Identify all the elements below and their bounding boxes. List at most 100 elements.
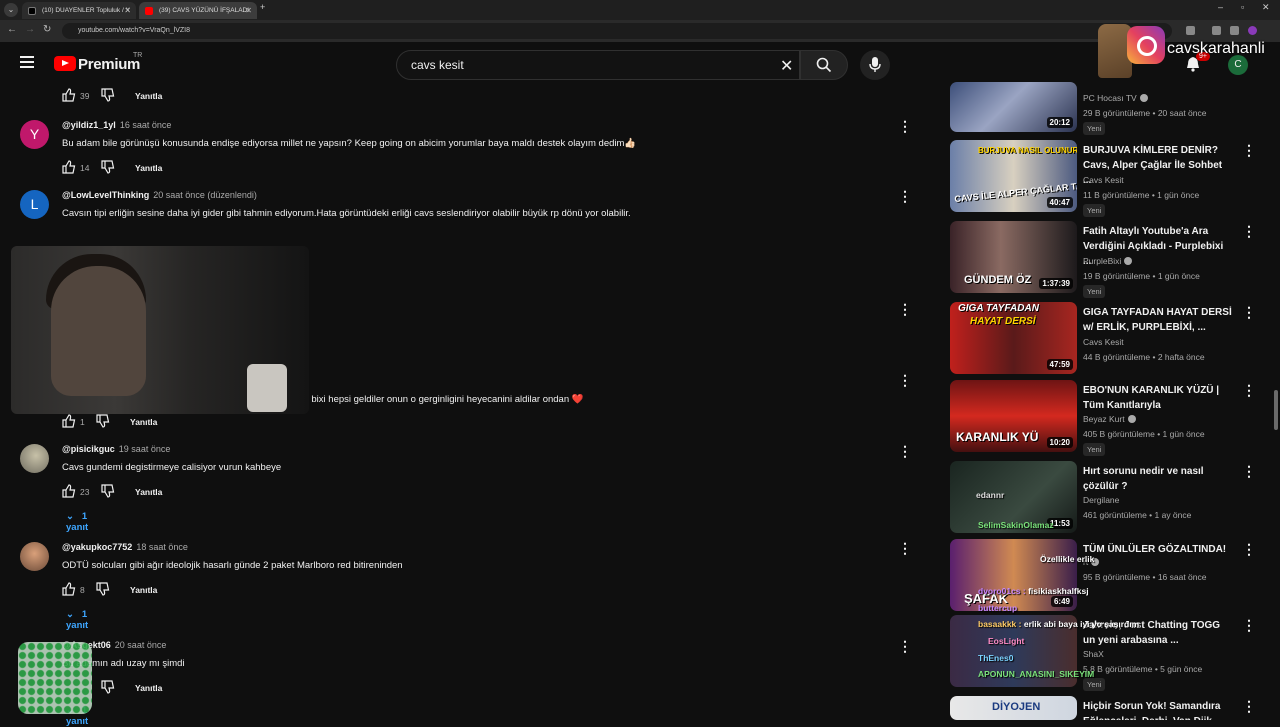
forward-icon[interactable]: → <box>25 24 35 35</box>
browser-tab-active[interactable]: (39) CAVS YÜZÜNÜ İFŞALADI ✕ <box>139 2 257 19</box>
account-avatar[interactable]: C <box>1228 55 1248 75</box>
browser-tab[interactable]: (10) DUAYENLER Topluluk / X ✕ <box>22 2 136 19</box>
comment-menu-icon[interactable]: ⋮ <box>898 188 912 205</box>
video-meta: 11 B görüntüleme • 1 gün önce <box>1083 190 1200 200</box>
channel-name[interactable]: Cavs Kesit <box>1083 175 1124 185</box>
like-icon[interactable] <box>62 484 76 498</box>
search-button[interactable] <box>800 50 848 80</box>
video-thumbnail[interactable]: BURJUVA NASIL OLUNUR? CAVS İLE ALPER ÇAĞ… <box>950 140 1077 212</box>
video-thumbnail[interactable]: GIGA TAYFADAN HAYAT DERSİ 47:59 <box>950 302 1077 374</box>
video-thumbnail[interactable]: KARANLIK YÜ 10:20 <box>950 380 1077 452</box>
avatar[interactable] <box>20 542 49 571</box>
profile-icon[interactable] <box>1248 26 1257 35</box>
video-card[interactable]: DİYOJEN Hiçbir Sorun Yok! Samandıra Eğle… <box>950 696 1250 720</box>
like-icon[interactable] <box>62 414 76 428</box>
comment-menu-icon[interactable]: ⋮ <box>898 638 912 655</box>
video-menu-icon[interactable]: ⋮ <box>1242 382 1256 399</box>
video-menu-icon[interactable]: ⋮ <box>1242 223 1256 240</box>
video-channel[interactable]: PurpleBixi <box>1083 256 1133 266</box>
verified-icon <box>1139 94 1148 102</box>
video-menu-icon[interactable]: ⋮ <box>1242 541 1256 558</box>
comment-menu-icon[interactable]: ⋮ <box>898 118 912 135</box>
like-icon[interactable] <box>62 582 76 596</box>
video-card[interactable]: BURJUVA NASIL OLUNUR? CAVS İLE ALPER ÇAĞ… <box>950 140 1256 217</box>
video-menu-icon[interactable]: ⋮ <box>1242 304 1256 321</box>
like-icon[interactable] <box>62 88 76 102</box>
maximize-icon[interactable]: ▫ <box>1241 2 1244 12</box>
page-scrollbar[interactable] <box>1274 390 1278 430</box>
video-title[interactable]: EBO'NUN KARANLIK YÜZÜ | Tüm Kanıtlarıyla <box>1083 383 1233 413</box>
comment-menu-icon[interactable]: ⋮ <box>898 372 912 389</box>
youtube-logo-icon[interactable] <box>54 56 76 71</box>
reply-button[interactable]: Yanıtla <box>135 487 162 497</box>
video-card[interactable]: 20:12 PC Hocası TV 29 B görüntüleme • 20… <box>950 82 1250 135</box>
author-name: @pisicikguc <box>62 444 115 454</box>
video-thumbnail[interactable]: GÜNDEM ÖZ 1:37:39 <box>950 221 1077 293</box>
download-icon[interactable] <box>1212 26 1221 35</box>
channel-name[interactable]: ShaX <box>1083 649 1104 659</box>
video-thumbnail[interactable]: 20:12 <box>950 82 1077 132</box>
video-card[interactable]: KARANLIK YÜ 10:20 EBO'NUN KARANLIK YÜZÜ … <box>950 380 1256 456</box>
close-tab-icon[interactable]: ✕ <box>124 2 131 19</box>
reply-button[interactable]: Yanıtla <box>130 417 157 427</box>
video-thumbnail[interactable]: ŞAFAK 6:49 <box>950 539 1077 611</box>
video-duration: 6:49 <box>1050 596 1073 607</box>
search-input[interactable]: cavs kesit <box>396 50 800 80</box>
video-menu-icon[interactable]: ⋮ <box>1242 698 1250 715</box>
comment-menu-icon[interactable]: ⋮ <box>898 540 912 557</box>
video-menu-icon[interactable]: ⋮ <box>1242 463 1256 480</box>
dislike-icon[interactable] <box>101 88 115 102</box>
video-channel[interactable]: Beyaz Kurt <box>1083 414 1136 424</box>
video-menu-icon[interactable]: ⋮ <box>1242 142 1256 159</box>
reload-icon[interactable]: ↻ <box>43 24 51 35</box>
comment-menu-icon[interactable]: ⋮ <box>898 301 912 318</box>
dislike-icon[interactable] <box>101 484 115 498</box>
comment-author[interactable]: @yildiz1_1yl 16 saat önce <box>62 120 171 130</box>
close-window-icon[interactable]: ✕ <box>1262 2 1270 13</box>
video-thumbnail[interactable]: DİYOJEN <box>950 696 1077 720</box>
url-field[interactable]: youtube.com/watch?v=VraQn_lVZI8 <box>62 23 1172 39</box>
video-menu-icon[interactable]: ⋮ <box>1242 617 1256 634</box>
reply-button[interactable]: Yanıtla <box>130 585 157 595</box>
comment-author[interactable]: @yakupkoc7752 18 saat önce <box>62 542 188 552</box>
voice-search-button[interactable] <box>860 50 890 80</box>
channel-name[interactable]: Cavs Kesit <box>1083 337 1124 347</box>
extension-icon[interactable] <box>1186 26 1195 35</box>
show-replies-button[interactable]: ⌄ 1 yanıt <box>66 609 88 631</box>
thumbnail-text: GIGA TAYFADAN <box>958 303 1039 314</box>
show-replies-button[interactable]: ⌄ 1 yanıt <box>66 511 88 533</box>
clear-search-icon[interactable]: ✕ <box>780 56 793 76</box>
video-channel[interactable]: PC Hocası TV <box>1083 93 1148 103</box>
comment-author[interactable]: @LowLevelThinking 20 saat önce (düzenlend… <box>62 190 257 200</box>
dislike-icon[interactable] <box>101 160 115 174</box>
close-tab-icon[interactable]: ✕ <box>245 2 252 19</box>
menu-icon[interactable] <box>20 56 34 71</box>
logo-text: Premium <box>78 56 141 73</box>
dislike-icon[interactable] <box>96 582 110 596</box>
channel-name[interactable]: Dergilane <box>1083 495 1119 505</box>
extension-icon[interactable] <box>1230 26 1239 35</box>
minimize-icon[interactable]: – <box>1218 2 1223 12</box>
video-card[interactable]: ŞAFAK 6:49 TÜM ÜNLÜLER GÖZALTINDA! rt 95… <box>950 539 1256 613</box>
video-title[interactable]: Hiçbir Sorun Yok! Samandıra Eğlenceleri,… <box>1083 699 1233 720</box>
reply-button[interactable]: Yanıtla <box>135 91 162 101</box>
reply-button[interactable]: Yanıtla <box>135 683 162 693</box>
avatar[interactable]: Y <box>20 120 49 149</box>
reply-button[interactable]: Yanıtla <box>135 163 162 173</box>
back-icon[interactable]: ← <box>7 24 17 35</box>
comment-menu-icon[interactable]: ⋮ <box>898 443 912 460</box>
like-icon[interactable] <box>62 160 76 174</box>
comment-author[interactable]: @pisicikguc 19 saat önce <box>62 444 170 454</box>
avatar[interactable] <box>20 444 49 473</box>
dislike-icon[interactable] <box>101 680 115 694</box>
dislike-icon[interactable] <box>96 414 110 428</box>
chat-user: basaakkk <box>978 619 1017 629</box>
video-title[interactable]: TÜM ÜNLÜLER GÖZALTINDA! <box>1083 542 1233 557</box>
video-title[interactable]: Hırt sorunu nedir ve nasıl çözülür ? <box>1083 464 1233 494</box>
tab-list-icon[interactable]: ⌄ <box>4 3 18 17</box>
video-title[interactable]: GIGA TAYFADAN HAYAT DERSİ w/ ERLİK, PURP… <box>1083 305 1233 335</box>
video-card[interactable]: GÜNDEM ÖZ 1:37:39 Fatih Altaylı Youtube'… <box>950 221 1256 298</box>
avatar[interactable]: L <box>20 190 49 219</box>
new-tab-icon[interactable]: + <box>260 2 265 12</box>
video-card[interactable]: GIGA TAYFADAN HAYAT DERSİ 47:59 GIGA TAY… <box>950 302 1256 376</box>
